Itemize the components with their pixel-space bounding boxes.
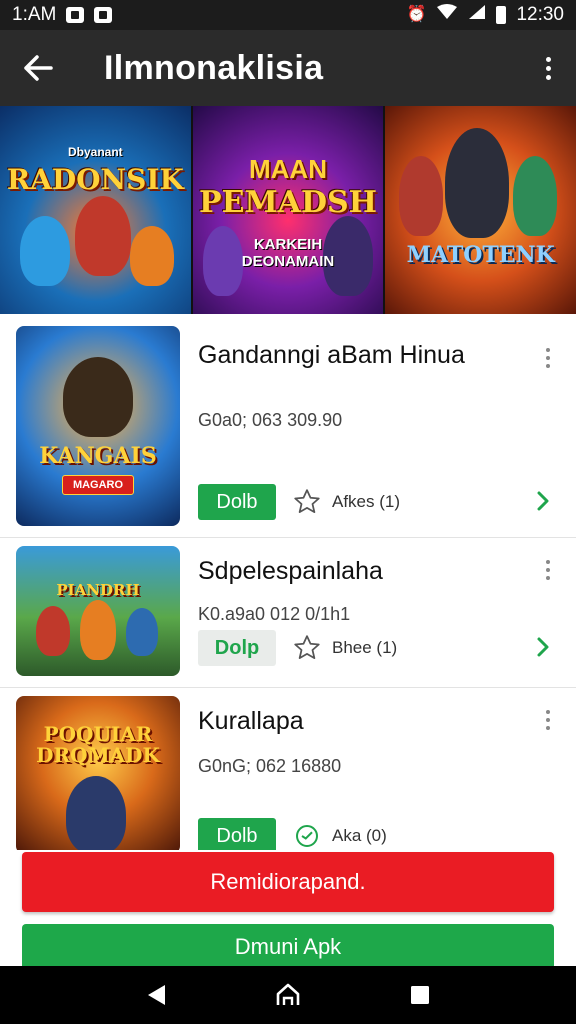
game-meta: G0a0; 063 309.90: [198, 410, 343, 430]
more-vertical-icon: [546, 710, 550, 730]
more-vertical-icon: [546, 348, 550, 368]
system-nav-bar: [0, 966, 576, 1024]
download-apk-button[interactable]: Dmuni Apk: [22, 924, 554, 970]
banner-card-1[interactable]: Dbyanant RADONSIK: [0, 106, 191, 314]
game-meta: G0nG; 062 16880: [198, 756, 342, 776]
more-vertical-icon: [545, 56, 551, 80]
item-menu-button[interactable]: [546, 348, 550, 368]
game-list: KANGAIS MAGARO Gandanngi aBam Hinua G0a0…: [0, 314, 576, 854]
rating-text: Bhee (1): [332, 638, 398, 657]
thumbnail-title: KANGAIS: [39, 443, 157, 470]
screen: 1:AM ⏰ 12:30 Ilmnonaklisia Dbyanant RADO…: [0, 0, 576, 1024]
banner-subtitle: Dbyanant: [67, 144, 123, 159]
overflow-menu-button[interactable]: [520, 30, 576, 106]
game-name: Kurallapa: [198, 707, 304, 735]
thumbnail-tag: MAGARO: [61, 474, 135, 495]
list-item[interactable]: KANGAIS MAGARO Gandanngi aBam Hinua G0a0…: [0, 314, 576, 538]
banner-title: MATOTENK: [406, 242, 555, 268]
game-thumbnail[interactable]: POQUIAR DRQMADK: [16, 696, 180, 854]
thumbnail-title: PIANDRH: [56, 581, 140, 600]
banner-card-3[interactable]: MATOTENK: [385, 106, 576, 314]
arrow-left-icon: [24, 55, 53, 81]
banner-title: RADONSIK: [6, 162, 184, 196]
back-button[interactable]: [0, 30, 76, 106]
banner-title: PEMADSH: [199, 185, 377, 220]
notification-icon: [66, 7, 85, 23]
signal-icon: [468, 4, 486, 26]
nav-home-button[interactable]: [268, 975, 308, 1015]
page-title: Ilmnonaklisia: [104, 48, 324, 87]
notification-icon-2: [94, 7, 113, 23]
download-button[interactable]: Dolb: [198, 484, 276, 520]
item-menu-button[interactable]: [546, 710, 550, 730]
game-name: Sdpelespainlaha: [198, 557, 383, 585]
nav-recents-button[interactable]: [400, 975, 440, 1015]
star-icon[interactable]: [292, 487, 322, 517]
chevron-right-icon[interactable]: [536, 636, 550, 663]
item-actions: Dolb Afkes (1): [198, 484, 400, 520]
rating-text: Afkes (1): [332, 492, 401, 511]
status-time-right: 12:30: [516, 4, 564, 25]
banner-caption: KARKEIH DEONAMAIN: [241, 236, 335, 270]
download-button[interactable]: Dolp: [198, 630, 276, 666]
status-time-left: 1:AM: [12, 4, 57, 25]
alarm-icon: ⏰: [406, 6, 427, 23]
game-thumbnail[interactable]: PIANDRH: [16, 546, 180, 676]
refresh-icon[interactable]: [292, 821, 322, 851]
bottom-actions: Remidiorapand. Dmuni Apk: [0, 850, 576, 970]
star-icon[interactable]: [292, 633, 322, 663]
banner-card-2[interactable]: MAAN PEMADSH KARKEIH DEONAMAIN: [192, 106, 384, 314]
rating-text: Aka (0): [332, 826, 387, 845]
home-icon: [276, 983, 300, 1005]
game-meta: K0.a9a0 012 0/1h1: [198, 604, 351, 624]
app-bar: Ilmnonaklisia: [0, 30, 576, 106]
item-actions: Dolb Aka (0): [198, 818, 387, 854]
nav-back-button[interactable]: [136, 975, 176, 1015]
triangle-back-icon: [148, 985, 165, 1005]
square-recents-icon: [411, 986, 429, 1004]
list-item[interactable]: PIANDRH Sdpelespainlaha K0.a9a0 012 0/1h…: [0, 538, 576, 688]
thumbnail-title: POQUIAR DRQMADK: [36, 722, 160, 767]
download-button[interactable]: Dolb: [198, 818, 276, 854]
item-actions: Dolp Bhee (1): [198, 630, 397, 666]
featured-banner[interactable]: Dbyanant RADONSIK MAAN PEMADSH KARKEIH D…: [0, 106, 576, 314]
status-bar: 1:AM ⏰ 12:30: [0, 0, 576, 30]
wifi-icon: [436, 4, 458, 26]
banner-subtitle: MAAN: [249, 154, 327, 184]
game-thumbnail[interactable]: KANGAIS MAGARO: [16, 326, 180, 526]
more-vertical-icon: [546, 560, 550, 580]
game-name: Gandanngi aBam Hinua: [198, 341, 465, 369]
item-menu-button[interactable]: [546, 560, 550, 580]
chevron-right-icon[interactable]: [536, 490, 550, 517]
list-item[interactable]: POQUIAR DRQMADK Kurallapa G0nG; 062 1688…: [0, 688, 576, 854]
battery-icon: [496, 6, 507, 24]
recommend-button[interactable]: Remidiorapand.: [22, 852, 554, 912]
